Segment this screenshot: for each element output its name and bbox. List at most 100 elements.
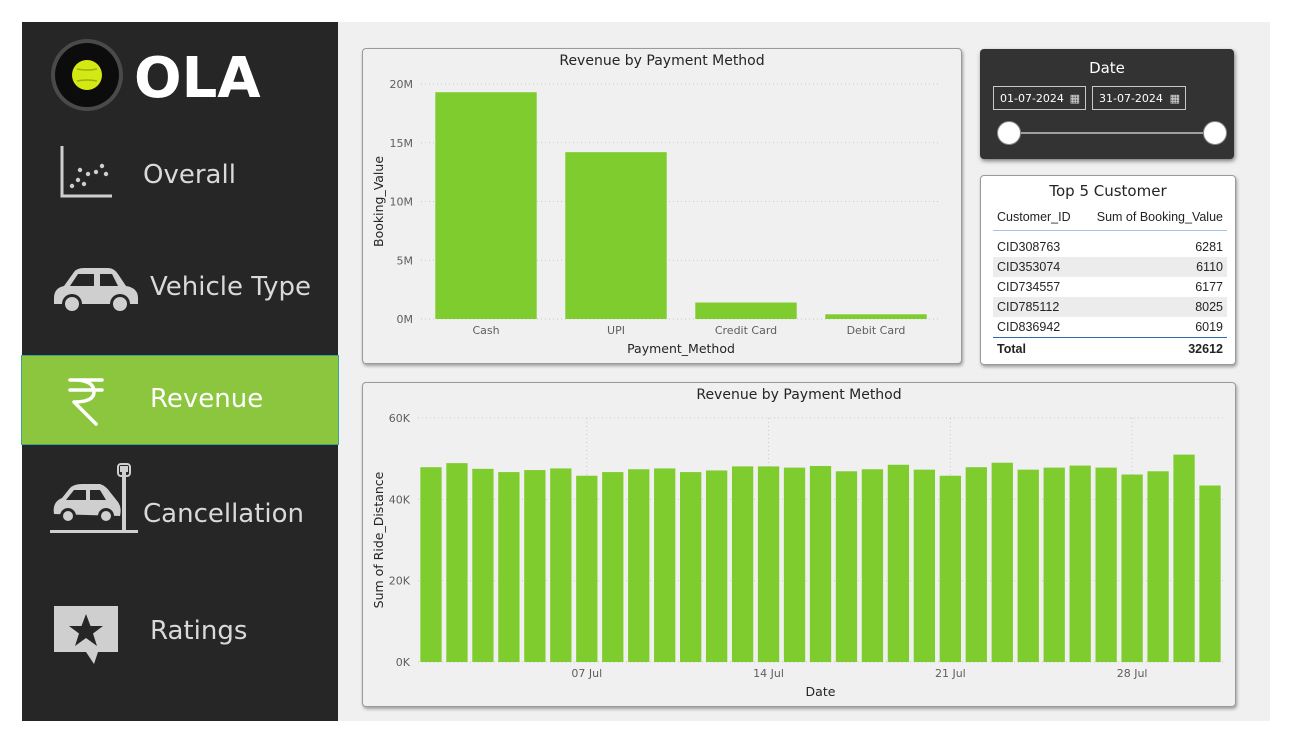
table-row[interactable]: CID734557 6177 xyxy=(993,277,1227,297)
table-total-row: Total 32612 xyxy=(993,336,1227,360)
booking-value-cell: 6019 xyxy=(1195,319,1223,334)
bar xyxy=(705,470,728,662)
sidebar-item-ratings[interactable]: Ratings xyxy=(22,588,338,676)
booking-value-cell: 6177 xyxy=(1195,279,1223,294)
bar xyxy=(1199,485,1221,662)
column-header-customer-id[interactable]: Customer_ID xyxy=(993,204,1082,231)
bar xyxy=(991,462,1013,662)
bar xyxy=(435,92,537,319)
ola-logo: OLA xyxy=(50,35,280,115)
x-tick-label: 07 Jul xyxy=(571,667,602,680)
table-header-row: Customer_ID Sum of Booking_Value xyxy=(993,204,1227,231)
y-axis-label: Booking_Value xyxy=(371,156,386,247)
customer-id-cell: CID785112 xyxy=(993,296,1082,317)
booking-value-cell: 6110 xyxy=(1081,256,1227,277)
start-date-input[interactable]: 01-07-2024 ▦ xyxy=(993,86,1086,110)
bar xyxy=(887,464,910,662)
top-customers-table: Customer_ID Sum of Booking_Value CID3087… xyxy=(993,204,1227,360)
end-date-value: 31-07-2024 xyxy=(1099,92,1163,105)
date-range-start-handle[interactable] xyxy=(997,121,1021,145)
x-tick-label: 14 Jul xyxy=(753,667,784,680)
ola-logo-icon: OLA xyxy=(51,39,261,111)
booking-value-cell: 8025 xyxy=(1081,296,1227,317)
sidebar-item-label: Cancellation xyxy=(143,499,305,529)
total-label: Total xyxy=(993,336,1082,360)
customer-id-cell: CID734557 xyxy=(997,279,1061,294)
date-filter-title: Date xyxy=(1089,59,1125,77)
bar xyxy=(628,469,650,662)
x-tick-label: UPI xyxy=(607,324,625,337)
table-row[interactable]: CID836942 6019 xyxy=(993,317,1227,338)
x-axis-label: Date xyxy=(806,684,836,699)
booking-value-cell: 6281 xyxy=(1195,239,1223,254)
y-tick-label: 40K xyxy=(389,493,411,506)
bar xyxy=(1121,474,1143,662)
x-tick-label: 21 Jul xyxy=(935,667,966,680)
sidebar-item-vehicle-type[interactable]: Vehicle Type xyxy=(22,244,338,332)
sidebar-item-label: Overall xyxy=(143,160,236,190)
x-tick-label: Cash xyxy=(472,324,499,337)
x-tick-label: Debit Card xyxy=(847,324,906,337)
table-row[interactable]: CID785112 8025 xyxy=(993,296,1227,317)
y-axis-label: Sum of Ride_Distance xyxy=(371,471,386,608)
start-date-value: 01-07-2024 xyxy=(1000,92,1064,105)
bar xyxy=(565,152,667,319)
bar xyxy=(446,463,468,662)
bar xyxy=(1017,469,1039,662)
y-tick-label: 5M xyxy=(397,254,414,267)
bar xyxy=(731,466,754,662)
end-date-input[interactable]: 31-07-2024 ▦ xyxy=(1092,86,1186,110)
x-tick-label: Credit Card xyxy=(715,324,777,337)
sidebar-item-label: Vehicle Type xyxy=(150,272,311,302)
bar xyxy=(654,468,676,662)
sidebar-item-revenue[interactable]: Revenue xyxy=(21,355,339,445)
bar xyxy=(602,472,624,662)
customer-id-cell: CID836942 xyxy=(997,319,1061,334)
bar xyxy=(913,469,936,662)
table-row[interactable]: CID353074 6110 xyxy=(993,256,1227,277)
bar xyxy=(965,467,987,662)
y-tick-label: 10M xyxy=(390,196,414,209)
y-tick-label: 60K xyxy=(389,412,411,425)
bar xyxy=(680,472,702,662)
bar xyxy=(757,466,780,662)
calendar-icon[interactable]: ▦ xyxy=(1170,87,1180,111)
bar xyxy=(550,468,572,662)
bar xyxy=(472,468,494,662)
x-axis-label: Payment_Method xyxy=(627,341,735,356)
bar xyxy=(861,469,884,662)
y-tick-label: 20K xyxy=(389,575,411,588)
car-icon xyxy=(54,268,138,314)
y-tick-label: 0K xyxy=(396,656,411,669)
bar xyxy=(809,465,832,662)
bar xyxy=(498,472,520,662)
top-customers-title: Top 5 Customer xyxy=(1049,182,1167,200)
sidebar-item-cancellation[interactable]: Cancellation xyxy=(22,463,338,556)
bar xyxy=(524,470,546,662)
bar xyxy=(1147,471,1169,662)
table-row[interactable]: CID308763 6281 xyxy=(993,237,1227,257)
bar xyxy=(825,314,927,319)
column-header-booking-value[interactable]: Sum of Booking_Value xyxy=(1081,204,1227,231)
sidebar-item-label: Ratings xyxy=(150,616,248,646)
top-customers-card: Top 5 Customer Customer_ID Sum of Bookin… xyxy=(980,175,1236,365)
calendar-icon[interactable]: ▦ xyxy=(1070,87,1080,111)
daily-ride-distance-chart-card: Revenue by Payment Method 0K 20K 40K 60K 07 … xyxy=(362,382,1236,707)
payment-method-chart-card: Revenue by Payment Method 0M 5M 10M 15M 20M C… xyxy=(362,48,962,364)
bar xyxy=(420,467,442,662)
rupee-icon xyxy=(68,378,104,426)
bar xyxy=(576,475,598,662)
daily-ride-distance-bar-chart: 0K 20K 40K 60K 07 Jul 14 Jul 21 Jul 28 Jul Date S… xyxy=(371,412,1223,699)
bar xyxy=(783,467,806,662)
brand-name: OLA xyxy=(134,46,261,111)
y-tick-label: 0M xyxy=(397,313,414,326)
sidebar-item-overall[interactable]: Overall xyxy=(22,132,338,220)
bar xyxy=(1173,454,1195,662)
date-range-end-handle[interactable] xyxy=(1203,121,1227,145)
customer-id-cell: CID353074 xyxy=(993,256,1082,277)
bar xyxy=(1069,465,1091,662)
star-rating-icon xyxy=(54,606,118,664)
bar xyxy=(1043,467,1065,662)
customer-id-cell: CID308763 xyxy=(997,239,1061,254)
date-range-slider-track[interactable] xyxy=(1008,132,1214,134)
